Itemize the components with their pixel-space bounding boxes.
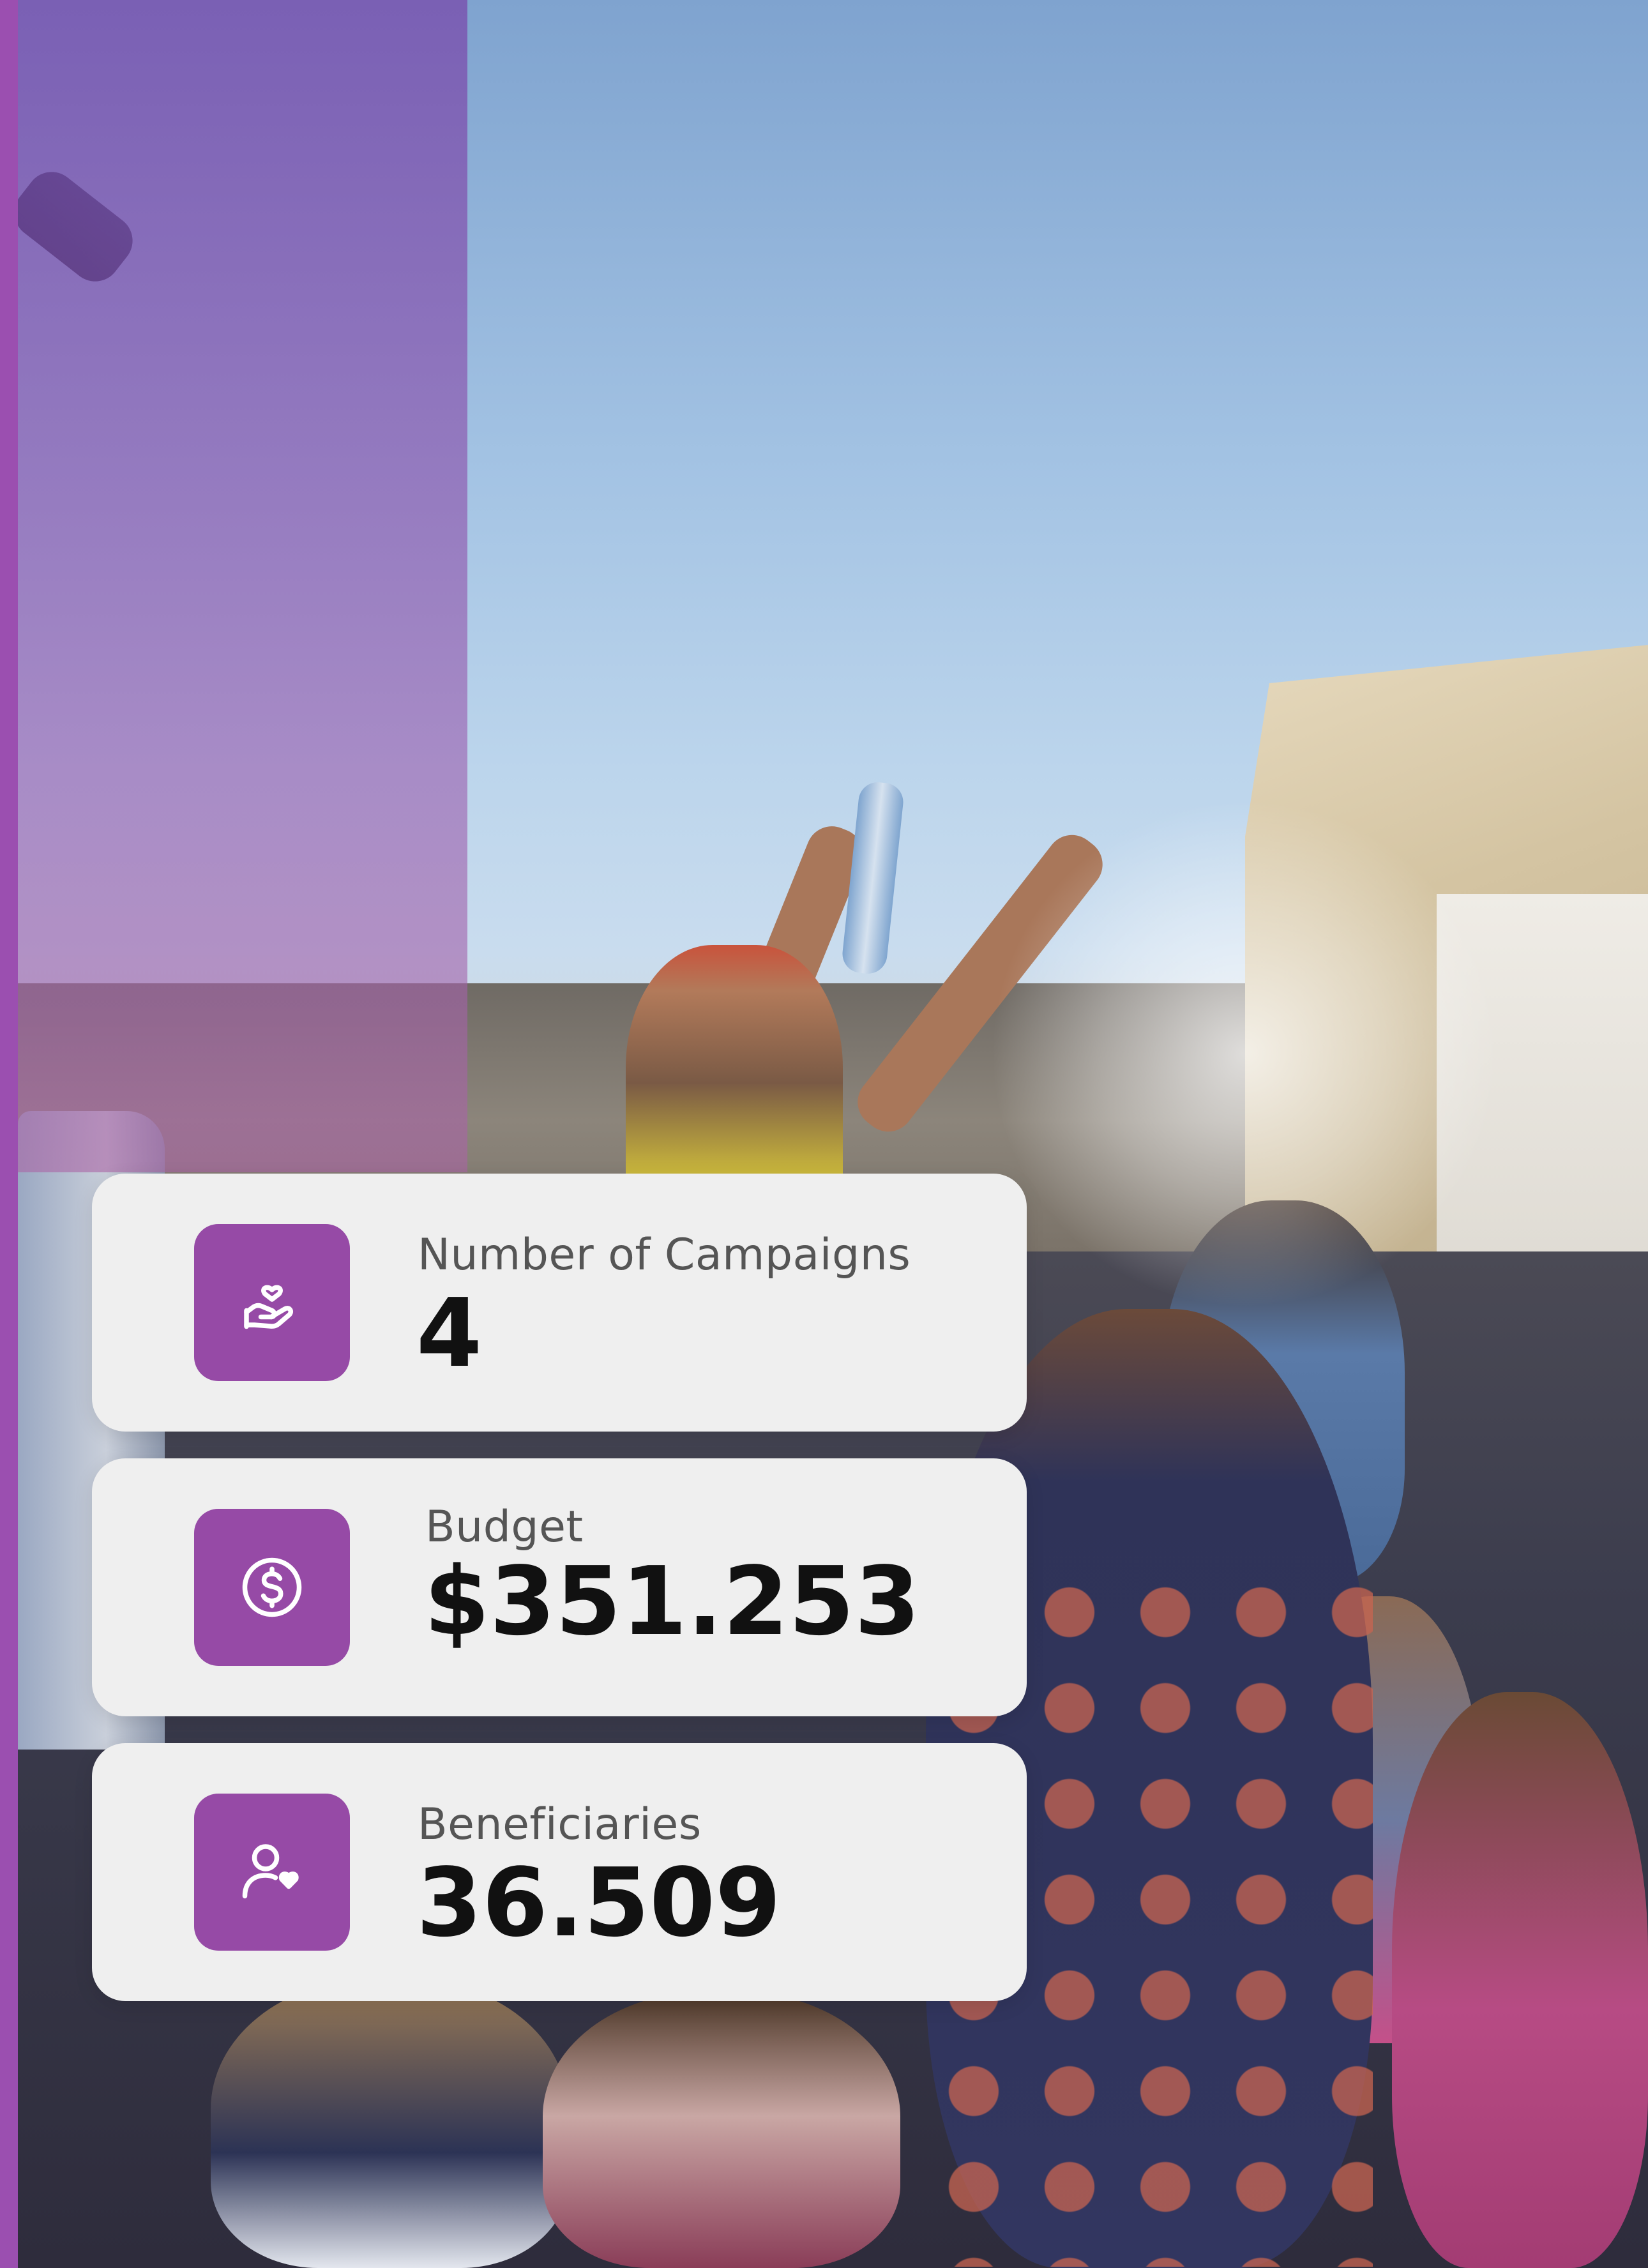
purple-side-strip: [0, 0, 18, 2268]
stats-page: Number of Campaigns 4 Budget $351.253 Be…: [0, 0, 1648, 2268]
stat-label: Number of Campaigns: [418, 1230, 911, 1280]
stat-card-budget: Budget $351.253: [92, 1458, 1027, 1716]
user-heart-icon: [194, 1794, 350, 1951]
stat-label: Budget: [425, 1502, 584, 1552]
stat-value: 4: [416, 1278, 482, 1388]
dollar-circle-icon: [194, 1509, 350, 1666]
purple-overlay-panel: [18, 0, 467, 1172]
stat-card-beneficiaries: Beneficiaries 36.509: [92, 1743, 1027, 2001]
stat-value: 36.509: [416, 1848, 782, 1958]
stat-card-campaigns: Number of Campaigns 4: [92, 1174, 1027, 1432]
heart-hand-icon: [194, 1224, 350, 1381]
stat-label: Beneficiaries: [418, 1799, 702, 1850]
stats-list: Number of Campaigns 4 Budget $351.253 Be…: [92, 1174, 1027, 2028]
stat-value: $351.253: [424, 1546, 921, 1656]
